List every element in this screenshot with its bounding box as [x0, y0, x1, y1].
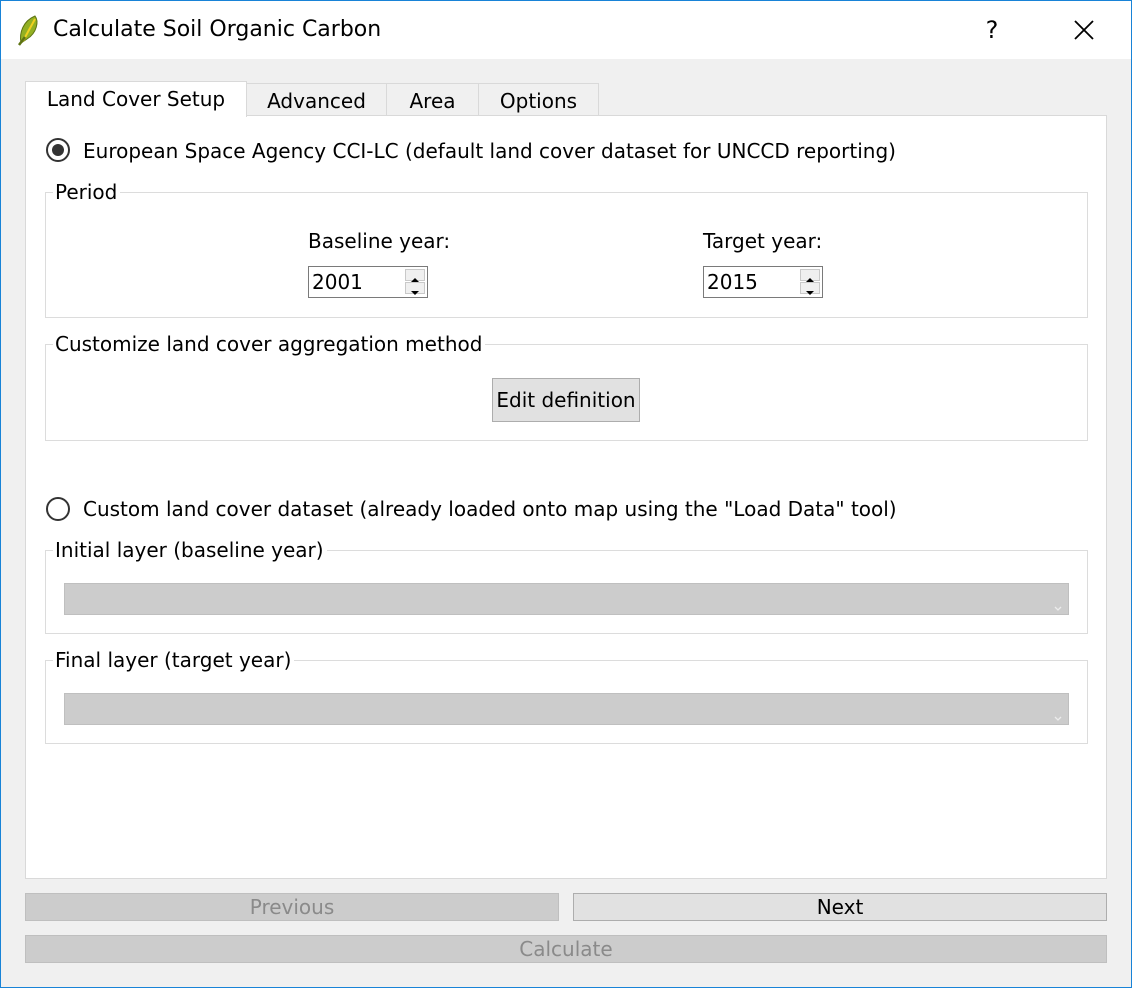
tab-area[interactable]: Area	[386, 83, 479, 117]
baseline-decrement-button[interactable]	[405, 282, 425, 295]
initial-layer-combobox[interactable]	[64, 583, 1069, 615]
esa-radio[interactable]	[46, 138, 70, 162]
help-button[interactable]: ?	[967, 1, 1017, 59]
arrow-down-icon	[806, 291, 814, 295]
tab-land-cover-setup[interactable]: Land Cover Setup	[25, 81, 247, 117]
custom-radio[interactable]	[46, 497, 70, 521]
tab-options[interactable]: Options	[478, 83, 599, 117]
target-increment-button[interactable]	[800, 269, 820, 282]
arrow-down-icon	[411, 291, 419, 295]
target-year-spinbox[interactable]: 2015	[703, 266, 823, 298]
chevron-down-icon	[1054, 707, 1062, 726]
aggregation-group-title: Customize land cover aggregation method	[53, 331, 486, 357]
final-layer-combobox[interactable]	[64, 693, 1069, 725]
baseline-year-label: Baseline year:	[308, 229, 451, 253]
title-bar: Calculate Soil Organic Carbon ?	[1, 1, 1131, 59]
final-layer-title: Final layer (target year)	[53, 647, 295, 673]
next-button[interactable]: Next	[573, 893, 1107, 921]
dialog-window: Calculate Soil Organic Carbon ? Land Cov…	[0, 0, 1132, 988]
radio-selected-dot	[52, 144, 64, 156]
chevron-down-icon	[1054, 597, 1062, 616]
target-year-label: Target year:	[703, 229, 823, 253]
baseline-year-spinbox[interactable]: 2001	[308, 266, 428, 298]
previous-button[interactable]: Previous	[25, 893, 559, 921]
land-cover-setup-panel: European Space Agency CCI-LC (default la…	[25, 115, 1107, 879]
period-group	[45, 192, 1088, 318]
close-button[interactable]	[1059, 1, 1109, 59]
baseline-year-value[interactable]: 2001	[312, 269, 363, 295]
window-title: Calculate Soil Organic Carbon	[53, 17, 382, 42]
calculate-button[interactable]: Calculate	[25, 935, 1107, 963]
custom-radio-label[interactable]: Custom land cover dataset (already loade…	[83, 496, 897, 522]
esa-radio-label[interactable]: European Space Agency CCI-LC (default la…	[83, 138, 896, 164]
baseline-year-stepper[interactable]	[405, 269, 425, 295]
target-year-value[interactable]: 2015	[707, 269, 758, 295]
period-group-title: Period	[53, 179, 121, 205]
tab-advanced[interactable]: Advanced	[246, 83, 387, 117]
initial-layer-title: Initial layer (baseline year)	[53, 537, 327, 563]
target-year-stepper[interactable]	[800, 269, 820, 295]
close-icon	[1074, 20, 1094, 40]
baseline-increment-button[interactable]	[405, 269, 425, 282]
qgis-app-icon	[15, 13, 45, 47]
target-decrement-button[interactable]	[800, 282, 820, 295]
edit-definition-button[interactable]: Edit definition	[492, 378, 640, 422]
